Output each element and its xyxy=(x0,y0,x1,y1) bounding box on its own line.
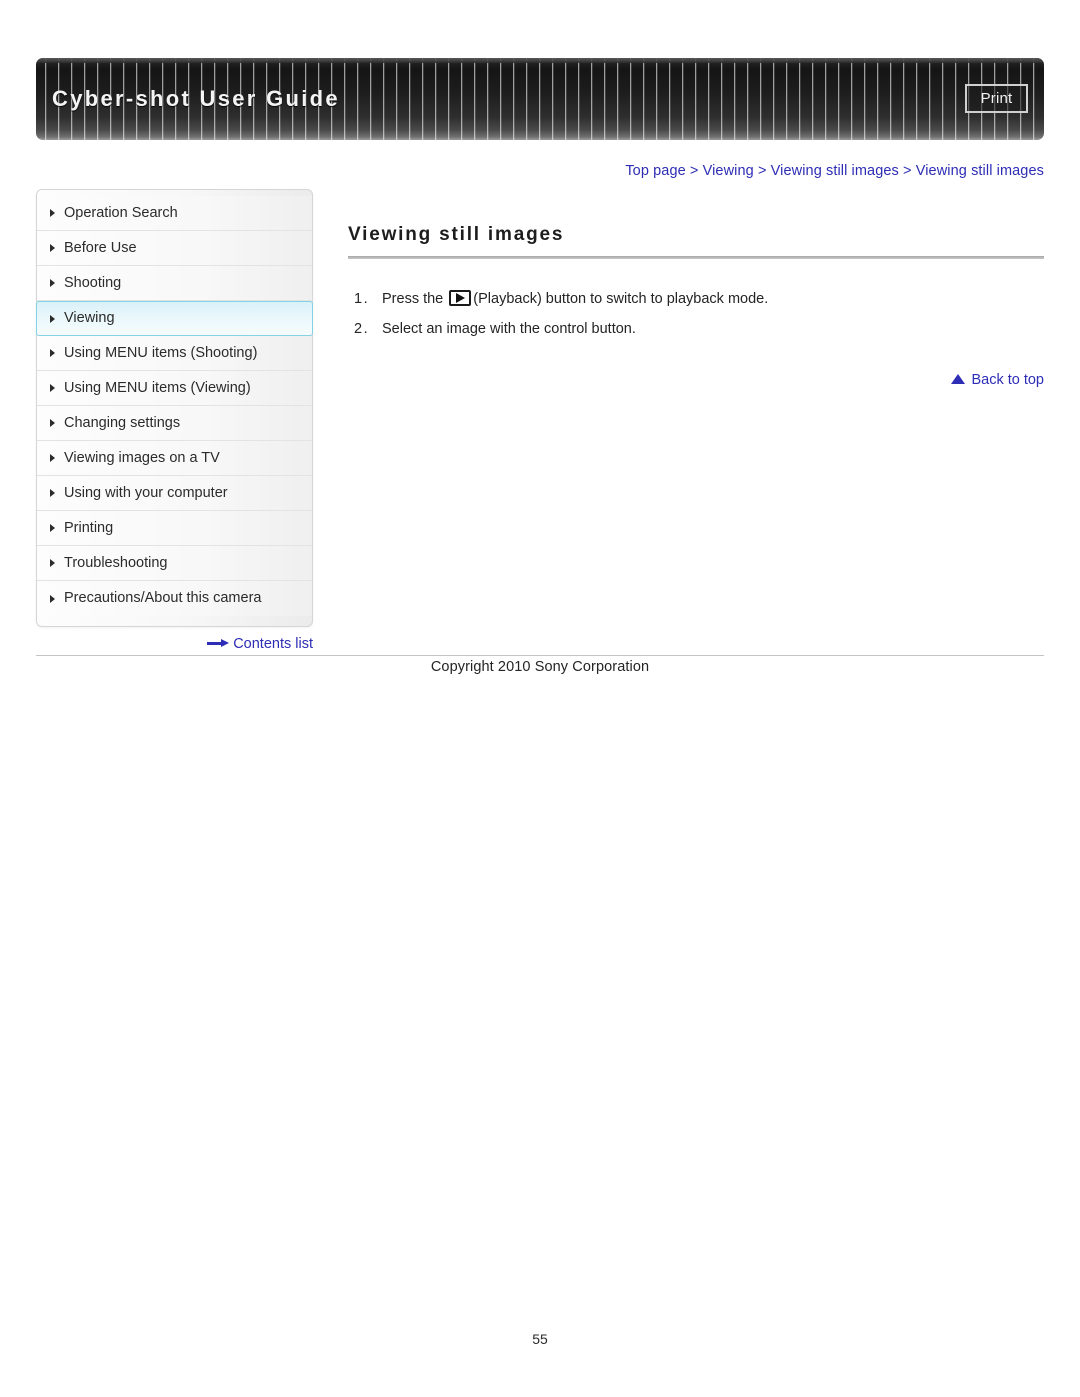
sidebar-item-label: Using MENU items (Viewing) xyxy=(64,380,251,396)
step-number: 2. xyxy=(354,321,370,337)
sidebar-item-troubleshooting[interactable]: Troubleshooting xyxy=(37,546,312,581)
back-to-top-link[interactable]: Back to top xyxy=(951,372,1044,388)
sidebar-item-label: Troubleshooting xyxy=(64,555,168,571)
print-button[interactable]: Print xyxy=(965,84,1028,113)
sidebar-item-label: Precautions/About this camera xyxy=(64,590,262,606)
arrow-right-icon xyxy=(207,638,230,648)
sidebar-item-before-use[interactable]: Before Use xyxy=(37,231,312,266)
back-to-top-label: Back to top xyxy=(971,372,1044,388)
step-text-before-icon: Press the xyxy=(382,291,444,307)
sidebar-item-label: Viewing xyxy=(64,310,115,326)
triangle-right-icon xyxy=(50,384,55,392)
triangle-right-icon xyxy=(50,489,55,497)
sidebar-item-label: Changing settings xyxy=(64,415,181,431)
triangle-right-icon xyxy=(50,244,55,252)
step-item: 1. Press the (Playback) button to switch … xyxy=(348,285,1044,313)
sidebar-item-label: Printing xyxy=(64,520,114,536)
main-content: Viewing still images 1. Press the (Playba… xyxy=(348,189,1044,388)
sidebar-item-using-menu-items-viewing[interactable]: Using MENU items (Viewing) xyxy=(37,371,312,406)
triangle-right-icon xyxy=(50,279,55,287)
sidebar-item-label: Using MENU items (Shooting) xyxy=(64,345,258,361)
sidebar-item-label: Using with your computer xyxy=(64,485,228,501)
sidebar-item-operation-search[interactable]: Operation Search xyxy=(37,196,312,231)
step-text: Select an image with the control button. xyxy=(382,321,636,337)
page-title: Viewing still images xyxy=(348,224,565,245)
triangle-right-icon xyxy=(50,454,55,462)
step-text-after-icon: (Playback) button to switch to playback … xyxy=(473,291,769,307)
playback-icon xyxy=(449,290,472,306)
triangle-right-icon xyxy=(50,559,55,567)
app-title: Cyber-shot User Guide xyxy=(52,86,340,111)
breadcrumb[interactable]: Top page > Viewing > Viewing still image… xyxy=(625,163,1044,179)
sidebar-item-precautions-about-this-camera[interactable]: Precautions/About this camera xyxy=(37,581,312,616)
step-number: 1. xyxy=(354,291,370,307)
guide-page: Cyber-shot User Guide Print Top page > V… xyxy=(0,0,1080,1397)
sidebar-item-changing-settings[interactable]: Changing settings xyxy=(37,406,312,441)
triangle-right-icon xyxy=(50,419,55,427)
triangle-right-icon xyxy=(50,314,55,323)
sidebar-item-label: Shooting xyxy=(64,275,122,291)
contents-list-link[interactable]: Contents list xyxy=(36,636,313,652)
sidebar-item-using-menu-items-shooting[interactable]: Using MENU items (Shooting) xyxy=(37,336,312,371)
sidebar-item-viewing-images-on-a-tv[interactable]: Viewing images on a TV xyxy=(37,441,312,476)
triangle-right-icon xyxy=(50,524,55,532)
sidebar-item-viewing[interactable]: Viewing xyxy=(36,301,313,336)
heading-divider xyxy=(348,256,1044,259)
page-number: 55 xyxy=(532,1331,548,1347)
sidebar-item-using-with-your-computer[interactable]: Using with your computer xyxy=(37,476,312,511)
triangle-right-icon xyxy=(50,209,55,217)
footer-divider xyxy=(36,655,1044,656)
sidebar-item-printing[interactable]: Printing xyxy=(37,511,312,546)
sidebar-item-label: Before Use xyxy=(64,240,137,256)
sidebar-item-label: Viewing images on a TV xyxy=(64,450,220,466)
sidebar-nav: Operation Search Before Use Shooting Vie… xyxy=(36,189,313,627)
sidebar-item-shooting[interactable]: Shooting xyxy=(37,266,312,301)
triangle-right-icon xyxy=(50,594,55,603)
triangle-right-icon xyxy=(50,349,55,357)
header-banner: Cyber-shot User Guide Print xyxy=(36,58,1044,140)
copyright-text: Copyright 2010 Sony Corporation xyxy=(430,659,650,675)
sidebar-item-label: Operation Search xyxy=(64,205,178,221)
contents-list-label: Contents list xyxy=(233,636,313,652)
step-item: 2. Select an image with the control butto… xyxy=(348,315,1044,343)
triangle-up-icon xyxy=(951,373,966,384)
steps-list: 1. Press the (Playback) button to switch … xyxy=(348,285,1044,343)
